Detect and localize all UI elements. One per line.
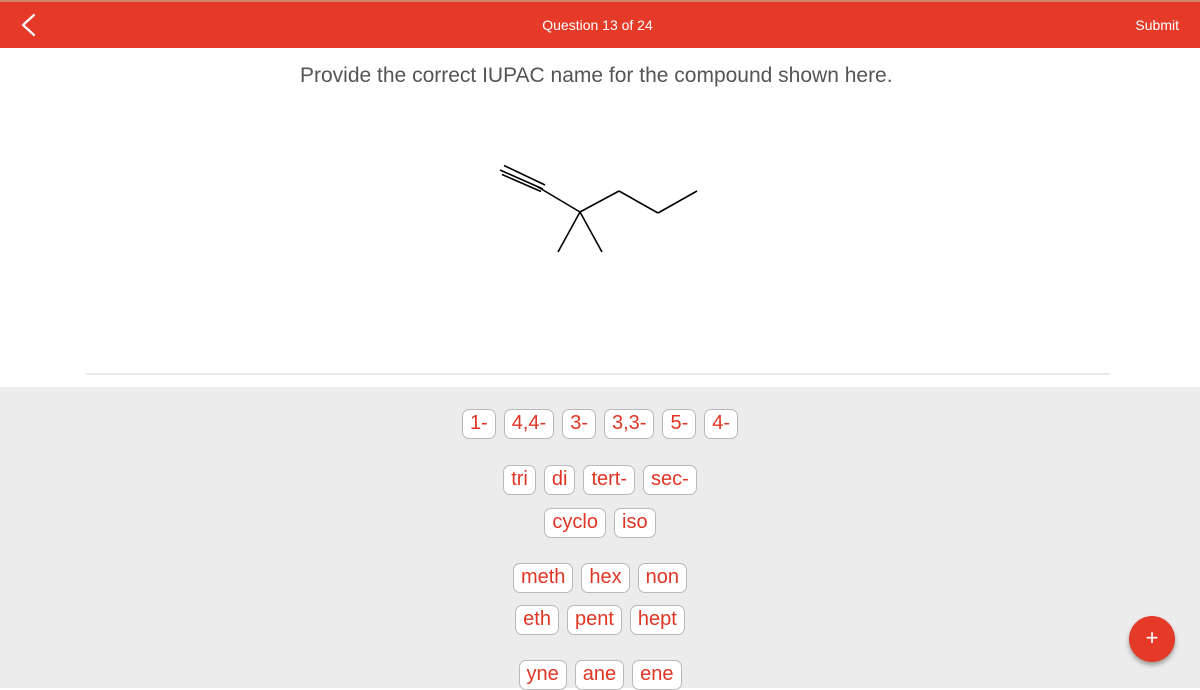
tile-root[interactable]: meth [512, 563, 574, 593]
bond [657, 190, 698, 214]
triple-bond-line-1 [499, 169, 544, 190]
tile-locant[interactable]: 4,4- [503, 409, 555, 439]
question-prompt: Provide the correct IUPAC name for the c… [300, 64, 893, 87]
locant-row: 1- 4,4- 3- 3,3- 5- 4- [0, 409, 1200, 439]
bond [618, 190, 659, 214]
tile-locant[interactable]: 3- [562, 409, 596, 439]
question-counter: Question 13 of 24 [542, 17, 653, 33]
tile-multiplier[interactable]: di [543, 465, 576, 495]
tile-locant[interactable]: 4- [704, 409, 739, 439]
tile-root[interactable]: hex [581, 563, 630, 593]
tile-locant[interactable]: 3,3- [604, 409, 655, 439]
tile-root[interactable]: non [637, 563, 688, 593]
modifier-row: cyclo iso [0, 508, 1200, 538]
divider [86, 373, 1110, 375]
tile-multiplier[interactable]: tri [503, 465, 536, 495]
tile-locant[interactable]: 1- [461, 409, 496, 439]
multiplier-row: tri di tert- sec- [0, 465, 1200, 495]
bond [579, 190, 620, 213]
tile-root[interactable]: hept [629, 605, 685, 635]
tile-locant[interactable]: 5- [662, 409, 697, 439]
bond [537, 186, 581, 213]
tile-multiplier[interactable]: tert- [583, 465, 635, 495]
tile-root[interactable]: pent [566, 605, 622, 635]
answer-tray: 1- 4,4- 3- 3,3- 5- 4- tri di tert- sec- … [0, 387, 1200, 690]
tile-modifier[interactable]: cyclo [544, 508, 606, 538]
triple-bond-line-2 [501, 173, 542, 193]
tile-modifier[interactable]: iso [614, 508, 656, 538]
header-bar: Question 13 of 24 Submit [0, 2, 1200, 48]
tile-suffix[interactable]: yne [518, 660, 567, 690]
add-button[interactable]: + [1129, 616, 1175, 662]
root-row-1: meth hex non [0, 563, 1200, 593]
methyl-bond [579, 211, 603, 253]
suffix-row: yne ane ene [0, 660, 1200, 690]
tile-multiplier[interactable]: sec- [643, 465, 697, 495]
root-row-2: eth pent hept [0, 605, 1200, 635]
plus-icon: + [1145, 625, 1159, 650]
tile-suffix[interactable]: ane [574, 660, 625, 690]
methyl-bond [557, 211, 581, 253]
tile-suffix[interactable]: ene [632, 660, 682, 690]
tile-root[interactable]: eth [515, 605, 559, 635]
chemical-structure [499, 164, 698, 253]
submit-button[interactable]: Submit [1135, 17, 1179, 33]
